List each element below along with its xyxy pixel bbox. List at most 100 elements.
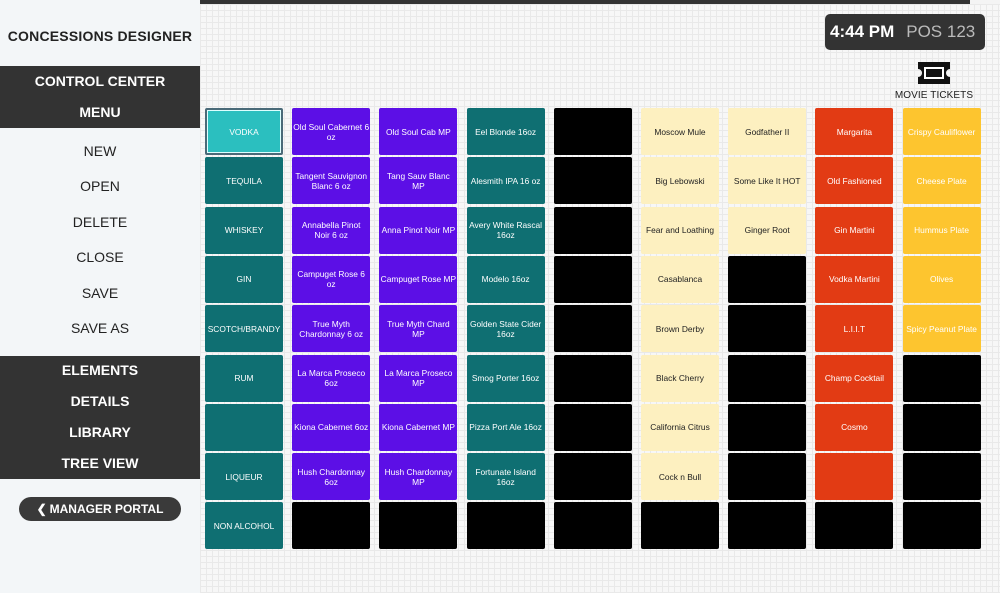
new-button[interactable]: NEW bbox=[0, 134, 200, 169]
grid-button[interactable]: Moscow Mule bbox=[641, 108, 719, 155]
file-menu: NEW OPEN DELETE CLOSE SAVE SAVE AS bbox=[0, 134, 200, 346]
grid-button[interactable]: La Marca Proseco MP bbox=[379, 354, 458, 402]
movie-tickets-button[interactable]: MOVIE TICKETS bbox=[893, 60, 975, 101]
grid-button[interactable]: Spicy Peanut Plate bbox=[902, 305, 981, 353]
grid-button[interactable]: Alesmith IPA 16 oz bbox=[466, 157, 545, 205]
grid-button[interactable]: Crispy Cauliflower bbox=[902, 108, 981, 155]
grid-button[interactable]: Big Lebowski bbox=[641, 157, 719, 205]
grid-button[interactable]: True Myth Chardonnay 6 oz bbox=[292, 305, 371, 353]
grid-button[interactable]: Golden State Cider 16oz bbox=[466, 305, 545, 353]
grid-button[interactable] bbox=[553, 157, 632, 205]
grid-button[interactable] bbox=[379, 502, 458, 550]
grid-button[interactable] bbox=[815, 502, 894, 550]
grid-button[interactable] bbox=[728, 255, 807, 303]
grid-button[interactable]: Pizza Port Ale 16oz bbox=[466, 403, 545, 451]
grid-button[interactable]: Ginger Root bbox=[728, 206, 807, 254]
grid-button[interactable]: Brown Derby bbox=[641, 305, 719, 353]
grid-button[interactable]: NON ALCOHOL bbox=[205, 502, 283, 550]
grid-button[interactable]: SCOTCH/BRANDY bbox=[205, 305, 283, 353]
grid-button[interactable]: TEQUILA bbox=[205, 157, 283, 205]
grid-button[interactable] bbox=[553, 255, 632, 303]
grid-button[interactable]: Kiona Cabernet MP bbox=[379, 403, 458, 451]
grid-button[interactable] bbox=[641, 502, 719, 550]
grid-button[interactable]: Godfather II bbox=[728, 108, 807, 155]
grid-button[interactable]: Hush Chardonnay 6oz bbox=[292, 453, 371, 501]
grid-button[interactable]: Cock n Bull bbox=[641, 453, 719, 501]
nav-elements[interactable]: ELEMENTS bbox=[0, 356, 200, 387]
primary-nav: CONTROL CENTER MENU bbox=[0, 66, 200, 128]
nav-library[interactable]: LIBRARY bbox=[0, 418, 200, 449]
grid-button[interactable]: RUM bbox=[205, 354, 283, 402]
grid-button[interactable]: Hush Chardonnay MP bbox=[379, 453, 458, 501]
grid-button[interactable] bbox=[728, 502, 807, 550]
grid-button[interactable]: LIQUEUR bbox=[205, 453, 283, 501]
grid-button[interactable] bbox=[553, 305, 632, 353]
grid-button[interactable]: Vodka Martini bbox=[815, 255, 894, 303]
grid-button[interactable]: WHISKEY bbox=[205, 206, 283, 254]
grid-button[interactable] bbox=[553, 453, 632, 501]
grid-button[interactable] bbox=[466, 502, 545, 550]
grid-button[interactable]: Old Fashioned bbox=[815, 157, 894, 205]
grid-button[interactable]: L.I.I.T bbox=[815, 305, 894, 353]
manager-portal-button[interactable]: ❮ MANAGER PORTAL bbox=[19, 497, 181, 521]
grid-button[interactable] bbox=[292, 502, 371, 550]
grid-button[interactable] bbox=[553, 403, 632, 451]
nav-tree-view[interactable]: TREE VIEW bbox=[0, 449, 200, 480]
grid-button[interactable]: Campuget Rose 6 oz bbox=[292, 255, 371, 303]
grid-button[interactable] bbox=[553, 502, 632, 550]
grid-button[interactable] bbox=[728, 354, 807, 402]
grid-button[interactable]: Some Like It HOT bbox=[728, 157, 807, 205]
grid-button[interactable]: Fortunate Island 16oz bbox=[466, 453, 545, 501]
grid-button[interactable]: Old Soul Cabernet 6 oz bbox=[292, 108, 371, 155]
secondary-nav: ELEMENTS DETAILS LIBRARY TREE VIEW bbox=[0, 356, 200, 479]
grid-button[interactable]: La Marca Proseco 6oz bbox=[292, 354, 371, 402]
open-button[interactable]: OPEN bbox=[0, 169, 200, 204]
grid-button[interactable]: Eel Blonde 16oz bbox=[466, 108, 545, 155]
grid-button[interactable] bbox=[902, 354, 981, 402]
grid-button[interactable]: Gin Martini bbox=[815, 206, 894, 254]
grid-button[interactable]: Casablanca bbox=[641, 255, 719, 303]
grid-button[interactable]: True Myth Chard MP bbox=[379, 305, 458, 353]
close-button[interactable]: CLOSE bbox=[0, 240, 200, 275]
grid-button[interactable] bbox=[815, 453, 894, 501]
grid-button[interactable]: Hummus Plate bbox=[902, 206, 981, 254]
delete-button[interactable]: DELETE bbox=[0, 205, 200, 240]
grid-button[interactable]: Avery White Rascal 16oz bbox=[466, 206, 545, 254]
grid-button[interactable]: Tang Sauv Blanc MP bbox=[379, 157, 458, 205]
grid-button[interactable]: GIN bbox=[205, 255, 283, 303]
grid-button[interactable]: Kiona Cabernet 6oz bbox=[292, 403, 371, 451]
grid-button[interactable]: Old Soul Cab MP bbox=[379, 108, 458, 155]
grid-button[interactable]: Cosmo bbox=[815, 403, 894, 451]
grid-button[interactable]: Fear and Loathing bbox=[641, 206, 719, 254]
grid-button[interactable] bbox=[553, 108, 632, 155]
grid-button[interactable] bbox=[553, 354, 632, 402]
grid-button[interactable] bbox=[728, 403, 807, 451]
grid-button[interactable] bbox=[902, 453, 981, 501]
grid-button[interactable] bbox=[553, 206, 632, 254]
grid-button[interactable] bbox=[902, 403, 981, 451]
grid-button[interactable]: Annabella Pinot Noir 6 oz bbox=[292, 206, 371, 254]
grid-button[interactable]: Campuget Rose MP bbox=[379, 255, 458, 303]
grid-button[interactable]: Black Cherry bbox=[641, 354, 719, 402]
grid-button[interactable]: VODKA bbox=[205, 108, 283, 155]
clock-time: 4:44 PM bbox=[830, 22, 895, 41]
grid-button[interactable]: Olives bbox=[902, 255, 981, 303]
grid-button[interactable] bbox=[728, 453, 807, 501]
grid-button[interactable]: Tangent Sauvignon Blanc 6 oz bbox=[292, 157, 371, 205]
grid-button[interactable]: Modelo 16oz bbox=[466, 255, 545, 303]
grid-button[interactable] bbox=[205, 403, 283, 451]
ticket-icon bbox=[918, 62, 950, 84]
save-as-button[interactable]: SAVE AS bbox=[0, 311, 200, 346]
grid-button[interactable]: Anna Pinot Noir MP bbox=[379, 206, 458, 254]
nav-menu[interactable]: MENU bbox=[0, 97, 200, 128]
save-button[interactable]: SAVE bbox=[0, 276, 200, 311]
grid-button[interactable]: Margarita bbox=[815, 108, 894, 155]
grid-button[interactable]: Champ Cocktail bbox=[815, 354, 894, 402]
grid-button[interactable] bbox=[902, 502, 981, 550]
grid-button[interactable]: Cheese Plate bbox=[902, 157, 981, 205]
nav-details[interactable]: DETAILS bbox=[0, 387, 200, 418]
grid-button[interactable]: Smog Porter 16oz bbox=[466, 354, 545, 402]
grid-button[interactable]: California Citrus bbox=[641, 403, 719, 451]
nav-control-center[interactable]: CONTROL CENTER bbox=[0, 66, 200, 97]
grid-button[interactable] bbox=[728, 305, 807, 353]
